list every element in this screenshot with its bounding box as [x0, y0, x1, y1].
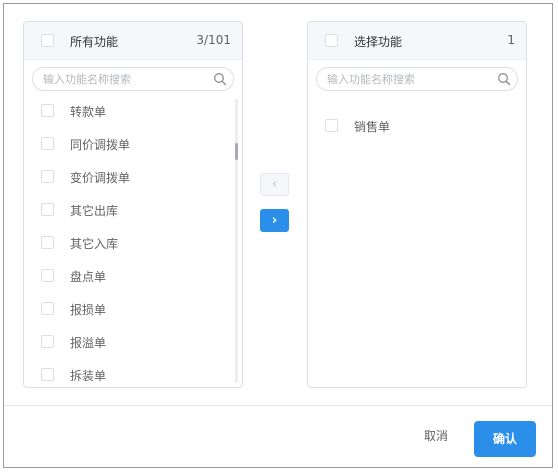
item-label: 其它出库	[70, 204, 119, 218]
select-all-source-checkbox[interactable]	[41, 34, 54, 47]
target-panel-header: 选择功能 1	[308, 22, 526, 60]
target-panel: 选择功能 1 销售单	[307, 21, 527, 388]
select-all-target-checkbox[interactable]	[325, 34, 338, 47]
item-label: 销售单	[354, 120, 391, 134]
target-search-input[interactable]	[327, 71, 487, 87]
footer-divider	[4, 405, 552, 406]
list-item[interactable]: 其它出库	[24, 196, 232, 224]
chevron-right-icon: ›	[271, 213, 278, 228]
item-label: 变价调拨单	[70, 171, 131, 185]
list-item[interactable]: 拆装单	[24, 361, 232, 387]
item-label: 拆装单	[70, 369, 107, 383]
source-panel-title: 所有功能	[70, 35, 119, 49]
search-icon[interactable]	[497, 72, 511, 86]
chevron-left-icon: ‹	[271, 177, 278, 192]
list-item[interactable]: 同价调拨单	[24, 130, 232, 158]
list-item[interactable]: 其它入库	[24, 229, 232, 257]
item-checkbox[interactable]	[41, 302, 54, 315]
source-search-box	[32, 67, 234, 91]
move-to-right-button[interactable]: ›	[260, 209, 289, 232]
confirm-button[interactable]: 确认	[474, 421, 536, 457]
target-panel-title: 选择功能	[354, 35, 403, 49]
item-label: 转款单	[70, 105, 107, 119]
source-search-input[interactable]	[43, 71, 203, 87]
item-checkbox[interactable]	[41, 203, 54, 216]
list-item[interactable]: 变价调拨单	[24, 163, 232, 191]
scrollbar-track[interactable]	[235, 99, 238, 383]
item-label: 同价调拨单	[70, 138, 131, 152]
item-label: 报溢单	[70, 336, 107, 350]
transfer-dialog: 所有功能 3/101 转款单 同价调拨单 变价调拨单	[3, 3, 553, 468]
item-label: 其它入库	[70, 237, 119, 251]
item-checkbox[interactable]	[325, 119, 338, 132]
source-panel-count: 3/101	[196, 33, 231, 47]
item-checkbox[interactable]	[41, 368, 54, 381]
list-item[interactable]: 报损单	[24, 295, 232, 323]
target-list: 销售单	[308, 98, 526, 387]
item-checkbox[interactable]	[41, 170, 54, 183]
search-icon[interactable]	[213, 72, 227, 86]
item-checkbox[interactable]	[41, 335, 54, 348]
list-item[interactable]: 盘点单	[24, 262, 232, 290]
item-label: 盘点单	[70, 270, 107, 284]
item-checkbox[interactable]	[41, 104, 54, 117]
scrollbar-thumb[interactable]	[235, 143, 238, 160]
list-item[interactable]: 转款单	[24, 97, 232, 125]
list-item[interactable]: 销售单	[308, 112, 516, 140]
source-panel: 所有功能 3/101 转款单 同价调拨单 变价调拨单	[23, 21, 243, 388]
source-list: 转款单 同价调拨单 变价调拨单 其它出库 其它入库 盘点单 报损单 报溢单 拆装…	[24, 98, 242, 387]
target-panel-count: 1	[507, 33, 515, 47]
target-search-box	[316, 67, 518, 91]
item-checkbox[interactable]	[41, 236, 54, 249]
item-checkbox[interactable]	[41, 137, 54, 150]
item-label: 报损单	[70, 303, 107, 317]
source-panel-header: 所有功能 3/101	[24, 22, 242, 60]
move-to-left-button[interactable]: ‹	[260, 173, 289, 196]
cancel-button[interactable]: 取消	[418, 425, 454, 447]
item-checkbox[interactable]	[41, 269, 54, 282]
list-item[interactable]: 报溢单	[24, 328, 232, 356]
